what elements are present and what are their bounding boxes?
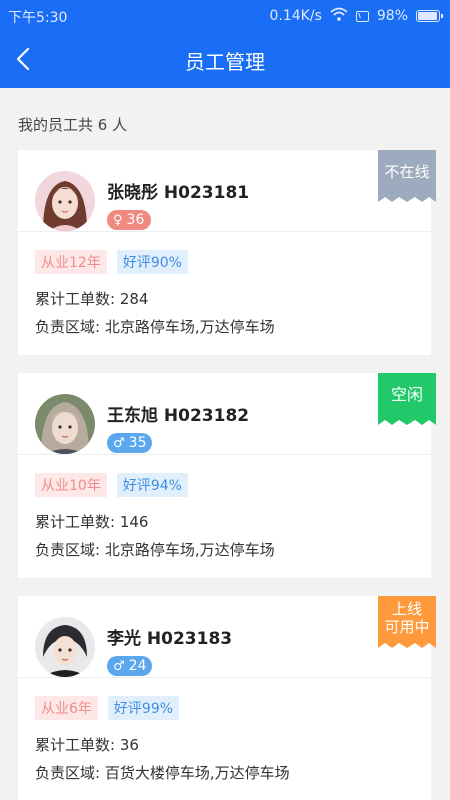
- page-title: 员工管理: [185, 50, 265, 74]
- age-value: 35: [128, 435, 147, 451]
- male-icon: ♂: [113, 435, 125, 451]
- rating-tag: 好评94%: [116, 473, 188, 497]
- experience-tag: 从业12年: [35, 250, 107, 274]
- status-badge-online-available: 上线 可用中: [378, 596, 436, 648]
- order-count: 累计工单数: 36: [35, 736, 139, 754]
- rating-tag: 好评99%: [107, 696, 180, 720]
- battery-icon: [416, 10, 443, 22]
- avatar[interactable]: [35, 171, 95, 231]
- battery-percent: 98%: [376, 8, 408, 24]
- employee-name: 张晓彤 H023181: [107, 183, 250, 203]
- order-count: 累计工单数: 284: [35, 290, 149, 308]
- status-time: 下午5:30: [8, 10, 68, 26]
- employee-name: 王东旭 H023182: [107, 406, 250, 426]
- employee-count-summary: 我的员工共 6 人: [18, 116, 128, 134]
- status-icons: 0.14K/s 98%: [269, 7, 443, 25]
- rating-tag: 好评90%: [116, 250, 188, 274]
- status-badge-idle: 空闲: [378, 373, 436, 425]
- employee-card[interactable]: 李光 H023183 ♂ 24 上线 可用中 从业6年 好评99% 累计工单数:…: [18, 596, 436, 800]
- status-label-line1: 上线: [391, 600, 422, 618]
- status-badge-offline: 不在线: [378, 150, 436, 202]
- gender-age-badge: ♂ 35: [107, 433, 153, 453]
- status-label: 不在线: [384, 163, 430, 181]
- responsible-area: 负责区域: 百货大楼停车场,万达停车场: [35, 764, 290, 782]
- avatar[interactable]: [35, 394, 95, 454]
- status-label-line2: 可用中: [384, 618, 430, 636]
- status-label: 空闲: [390, 385, 423, 404]
- responsible-area: 负责区域: 北京路停车场,万达停车场: [35, 541, 275, 559]
- age-value: 36: [126, 212, 145, 228]
- employee-name: 李光 H023183: [107, 629, 233, 649]
- gender-age-badge: ♂ 24: [107, 656, 153, 676]
- order-count: 累计工单数: 146: [35, 513, 149, 531]
- employee-card[interactable]: 王东旭 H023182 ♂ 35 空闲 从业10年 好评94% 累计工单数: 1…: [18, 373, 436, 578]
- experience-tag: 从业6年: [35, 696, 98, 720]
- age-value: 24: [128, 658, 147, 674]
- network-speed: 0.14K/s: [269, 8, 322, 24]
- experience-tag: 从业10年: [35, 473, 107, 497]
- card-header: 李光 H023183 ♂ 24 上线 可用中: [18, 596, 436, 678]
- male-icon: ♂: [113, 658, 125, 674]
- employee-card[interactable]: 张晓彤 H023181 ♀ 36 不在线 从业12年 好评90% 累计工单数: …: [18, 150, 436, 355]
- wifi-icon: [330, 7, 348, 25]
- gender-age-badge: ♀ 36: [107, 210, 151, 230]
- nav-bar: 员工管理: [0, 30, 450, 88]
- status-bar: 下午5:30 0.14K/s 98%: [0, 0, 450, 30]
- avatar[interactable]: [35, 617, 95, 677]
- sim-icon: [355, 10, 369, 22]
- card-header: 张晓彤 H023181 ♀ 36 不在线: [18, 150, 436, 232]
- female-icon: ♀: [113, 212, 123, 228]
- card-header: 王东旭 H023182 ♂ 35 空闲: [18, 373, 436, 455]
- responsible-area: 负责区域: 北京路停车场,万达停车场: [35, 318, 275, 336]
